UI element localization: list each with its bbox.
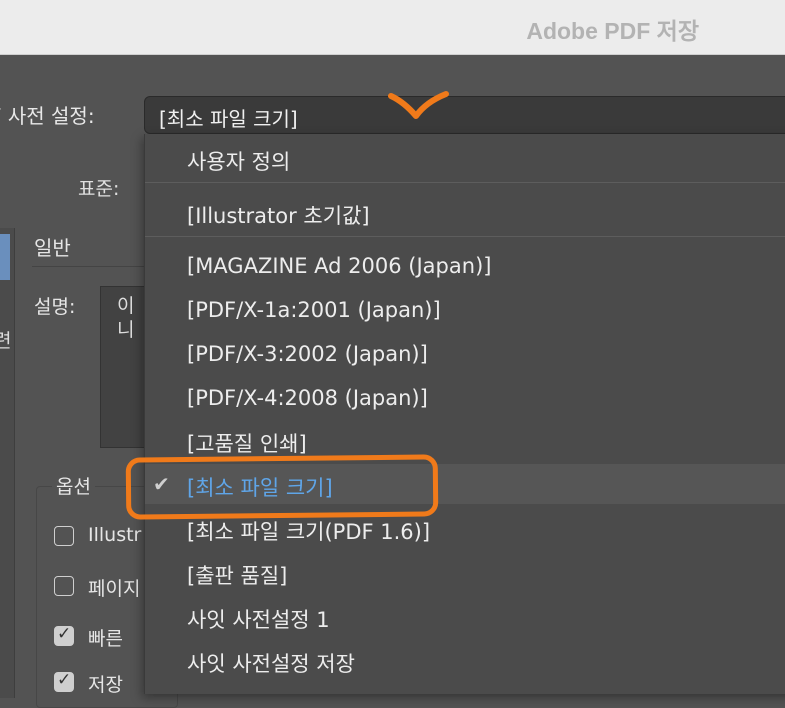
menu-item-magazine-ad[interactable]: [MAGAZINE Ad 2006 (Japan)] [145, 246, 785, 286]
menu-item-label: [PDF/X-3:2002 (Japan)] [187, 342, 428, 366]
menu-item-illustrator-default[interactable]: [Illustrator 초기값] [145, 192, 785, 232]
menu-item-save-user-preset[interactable]: 사잇 사전설정 저장 [145, 640, 785, 680]
description-text-line2: 니 [117, 319, 135, 341]
option-label: 페이지 [88, 578, 141, 600]
menu-item-user-preset-1[interactable]: 사잇 사전설정 1 [145, 596, 785, 636]
section-divider [32, 266, 152, 267]
menu-item-press-quality[interactable]: [출판 품질] [145, 552, 785, 592]
category-selected-indicator [0, 234, 10, 280]
menu-item-label: 사잇 사전설정 1 [187, 608, 330, 632]
preset-select[interactable]: [최소 파일 크기] [144, 96, 785, 134]
menu-item-label: [PDF/X-4:2008 (Japan)] [187, 386, 428, 410]
category-list-text: 련 [0, 330, 12, 352]
description-label: 설명: [34, 296, 76, 318]
menu-item-pdfx-1a[interactable]: [PDF/X-1a:2001 (Japan)] [145, 290, 785, 330]
option-label: 저장 [88, 674, 123, 696]
menu-separator [145, 236, 785, 237]
menu-item-label: 사잇 사전설정 저장 [187, 652, 355, 676]
menu-item-label: [PDF/X-1a:2001 (Japan)] [187, 298, 441, 322]
preset-select-value: [최소 파일 크기] [159, 107, 298, 131]
menu-item-label: [출판 품질] [187, 564, 288, 588]
checkbox[interactable] [54, 576, 74, 596]
annotation-chevron-icon [388, 91, 449, 119]
menu-item-label: [최소 파일 크기(PDF 1.6)] [187, 520, 431, 544]
menu-item-pdfx-4[interactable]: [PDF/X-4:2008 (Japan)] [145, 378, 785, 418]
menu-item-label: [Illustrator 초기값] [187, 204, 370, 228]
menu-separator [145, 182, 785, 183]
menu-item-label: [MAGAZINE Ad 2006 (Japan)] [187, 254, 492, 278]
window-title: Adobe PDF 저장 [526, 18, 699, 44]
preset-dropdown-menu[interactable]: 사용자 정의 [Illustrator 초기값] [MAGAZINE Ad 20… [144, 134, 785, 694]
menu-item-custom[interactable]: 사용자 정의 [145, 138, 785, 178]
section-title-general: 일반 [34, 236, 71, 260]
option-label: Illustr [88, 524, 142, 546]
checkbox-checked[interactable] [54, 670, 74, 692]
preset-label: F 사전 설정: [0, 104, 95, 128]
options-label: 옵션 [52, 472, 95, 499]
checkbox[interactable] [54, 526, 74, 546]
annotation-highlight-box [125, 454, 439, 520]
menu-item-high-quality-print[interactable]: [고품질 인쇄] [145, 420, 785, 460]
window-titlebar: Adobe PDF 저장 [0, 0, 785, 55]
menu-item-label: [고품질 인쇄] [187, 432, 307, 456]
description-text-line1: 이 [117, 295, 135, 317]
category-list[interactable] [0, 228, 15, 698]
standard-label: 표준: [78, 178, 120, 200]
checkbox-checked[interactable] [54, 624, 74, 646]
menu-item-pdfx-3[interactable]: [PDF/X-3:2002 (Japan)] [145, 334, 785, 374]
menu-item-label: 사용자 정의 [187, 150, 291, 174]
option-label: 빠른 [88, 628, 123, 650]
